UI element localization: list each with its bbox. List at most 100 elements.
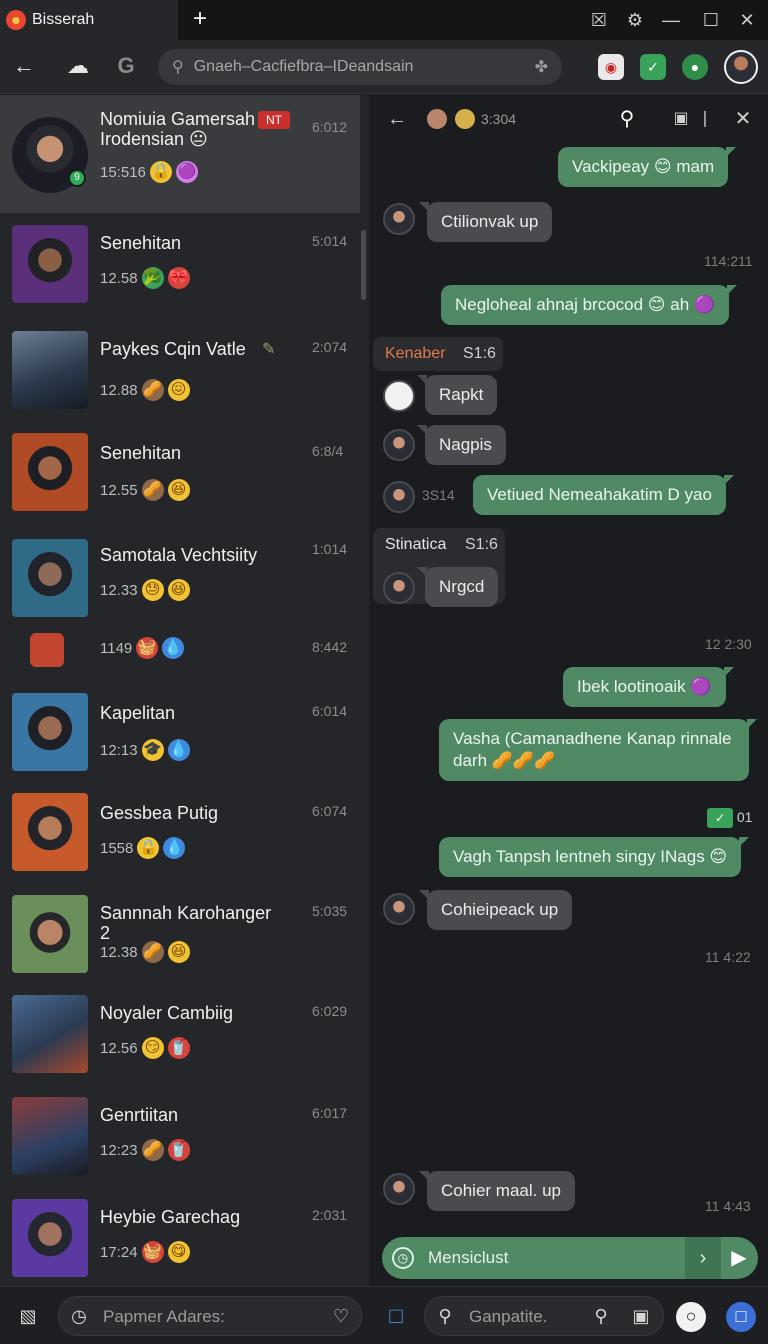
chat-time: 6:012 <box>312 119 348 135</box>
maximize-button[interactable]: ☐ <box>698 8 724 32</box>
message-outgoing[interactable]: Vetiued Nemeahakatim D yao <box>473 475 734 515</box>
close-box-icon[interactable]: ☒ <box>586 8 612 32</box>
extension-chat-icon[interactable]: ● <box>682 54 708 80</box>
close-chat-button[interactable]: ✕ <box>731 107 755 131</box>
emoji-icon: 🎓 <box>141 739 164 761</box>
chat-time: 5:035 <box>312 903 348 919</box>
message-incoming[interactable]: Ctilionvak up <box>418 202 553 242</box>
message-outgoing[interactable]: Vasha (Camanadhene Kanap rinnale darh 🥜🥜… <box>439 719 757 781</box>
profile-avatar[interactable] <box>724 50 758 84</box>
message-incoming[interactable]: Rapkt <box>416 375 498 415</box>
browser-tab[interactable]: ☻ Bisserah <box>0 0 178 40</box>
screen-share-icon[interactable]: ▣ <box>669 107 693 131</box>
clock-icon: ◷ <box>71 1306 87 1326</box>
emoji-icon: 🥜 <box>141 479 164 501</box>
avatar <box>383 429 415 461</box>
chat-list-item[interactable]: Kapelitan 6:014 12:13 🎓 💧 <box>0 687 360 787</box>
minimize-button[interactable]: — <box>658 8 684 32</box>
message-outgoing[interactable]: Ibek lootinoaik 🟣 <box>563 667 734 707</box>
header-status: 3:304 <box>481 111 517 127</box>
address-bar[interactable]: ⚲ Gnaeh–Cacfiefbra–IDeandsain ✤ <box>158 49 562 85</box>
avatar <box>12 1199 88 1277</box>
extensions-icon[interactable]: ☁ <box>64 52 92 80</box>
chat-name: Gessbea Putig <box>100 803 219 823</box>
chat-list-item[interactable]: Gessbea Putig 6:074 1558 🔒 💧 <box>0 787 360 887</box>
chevron-right-icon[interactable]: › <box>685 1237 721 1279</box>
send-icon[interactable]: ▶ <box>726 1245 752 1271</box>
chat-list-item[interactable]: 9 Nomiuia Gamersah Irodensian 😐 NT 6:012… <box>0 95 360 213</box>
close-window-button[interactable]: ✕ <box>734 8 760 32</box>
message-timestamp: 11 4:22 <box>705 949 751 965</box>
chat-header: ← 3:304 ⚲ ▣ ❘ ✕ <box>369 95 768 143</box>
chat-list-item[interactable]: Senehitan 6:8/4 12.55 🥜 😆 <box>0 425 360 525</box>
chat-list-item[interactable]: Senehitan 5:014 12.58 🥦 🎀 <box>0 217 360 317</box>
chat-time: 5:014 <box>312 233 348 249</box>
timer-icon[interactable]: ◷ <box>392 1247 414 1269</box>
chat-list-item[interactable]: Genrtiitan 6:017 12:23 🥜 🥤 <box>0 1093 360 1193</box>
avatar <box>383 203 415 235</box>
translate-icon[interactable]: ⚙ <box>622 8 648 32</box>
chat-list-scrollbar[interactable] <box>361 230 366 300</box>
online-status-icon: 9 <box>68 169 86 187</box>
search-icon[interactable]: ⚲ <box>587 1302 615 1330</box>
chat-list-item[interactable]: Noyaler Cambiig 6:029 12.56 😏 🥤 <box>0 991 360 1091</box>
avatar[interactable] <box>427 109 447 129</box>
chat-list-item[interactable]: 8:442 1149 🧺 💧 <box>0 625 360 681</box>
avatar <box>12 693 88 771</box>
back-arrow-icon[interactable]: ← <box>385 107 409 131</box>
emoji-icon: 💧 <box>167 739 190 761</box>
message-composer[interactable]: ◷ Mensiclust › ▶ <box>382 1237 758 1279</box>
record-icon[interactable]: ○ <box>676 1302 706 1332</box>
chat-list-item[interactable]: Heybie Garechag 2:031 17:24 🧺 😋 <box>0 1195 360 1286</box>
chat-preview: 15:516 🔒 🟣 <box>100 161 198 183</box>
chat-list-item[interactable]: Sannnah Karohanger 2 5:035 12.38 🥜 😆 <box>0 889 360 989</box>
address-input[interactable]: ◷ Papmer Adares: ♡ <box>58 1296 362 1336</box>
chat-list-item[interactable]: Paykes Cqin Vatle ✎ 2:074 12.88 🥜 😖 <box>0 323 360 423</box>
emoji-icon: 🧺 <box>141 1241 164 1263</box>
message-outgoing[interactable]: Vagh Tanpsh lentneh singy INags 😊 <box>439 837 750 877</box>
chat-name: Senehitan <box>100 443 182 463</box>
message-incoming[interactable]: Nrgcd <box>416 567 499 607</box>
preview-time: 12:23 <box>100 1141 138 1159</box>
message-incoming[interactable]: Cohier maal. up <box>418 1171 576 1211</box>
search-input[interactable]: ⚲ Ganpatite. ⚲ ▣ <box>424 1296 664 1336</box>
emoji-icon: 💧 <box>162 637 185 659</box>
preview-time: 12.58 <box>100 269 138 287</box>
extension-red-icon[interactable]: ◉ <box>598 54 624 80</box>
preview-time: 12.38 <box>100 943 138 961</box>
notification-icon[interactable]: ⚲ <box>615 107 639 131</box>
chat-name: Samotala Vechtsiity <box>100 545 258 565</box>
chat-list-item[interactable]: Samotala Vechtsiity 1:014 12.33 😓 😆 <box>0 531 360 631</box>
message-outgoing[interactable]: Negloheal ahnaj brcocod 😊 ah 🟣 <box>441 285 738 325</box>
status-badge: NT <box>258 111 290 129</box>
address-input-placeholder: Papmer Adares: <box>103 1307 225 1326</box>
preview-time: 12.55 <box>100 481 138 499</box>
message-outgoing[interactable]: Vackipeay 😊 mam <box>558 147 737 187</box>
camera-icon[interactable]: ▧ <box>14 1302 42 1330</box>
purple-emoji-icon: 🟣 <box>175 161 198 183</box>
emoji-icon: 😆 <box>167 479 190 501</box>
back-arrow-icon[interactable]: ← <box>10 52 38 80</box>
google-icon[interactable]: G <box>112 52 140 80</box>
new-tab-button[interactable]: + <box>188 4 212 36</box>
message-incoming[interactable]: Cohieipeack up <box>418 890 573 930</box>
message-incoming[interactable]: Nagpis <box>417 425 506 465</box>
extension-green-icon[interactable]: ✓ <box>640 54 666 80</box>
emoji-icon: 🥜 <box>141 941 164 963</box>
chat-name: Kapelitan <box>100 703 176 723</box>
avatar <box>12 539 88 617</box>
browser-toolbar: ← ☁ G ⚲ Gnaeh–Cacfiefbra–IDeandsain ✤ ◉ … <box>0 40 768 94</box>
heart-icon[interactable]: ♡ <box>327 1302 355 1330</box>
emoji-icon: 💧 <box>163 837 186 859</box>
emoji-icon: 🥤 <box>167 1037 190 1059</box>
address-text: Gnaeh–Cacfiefbra–IDeandsain <box>193 58 414 75</box>
square-icon[interactable]: □ <box>382 1302 410 1330</box>
emoji-icon: 🥤 <box>167 1139 190 1161</box>
emoji-icon: 🥦 <box>141 267 164 289</box>
avatar[interactable] <box>455 109 475 129</box>
chat-icon[interactable]: □ <box>726 1302 756 1332</box>
chat-preview: 12.58 🥦 🎀 <box>100 267 190 289</box>
avatar <box>383 380 415 412</box>
screenshot-icon[interactable]: ▣ <box>627 1302 655 1330</box>
bookmark-icon[interactable]: ✤ <box>535 57 548 77</box>
